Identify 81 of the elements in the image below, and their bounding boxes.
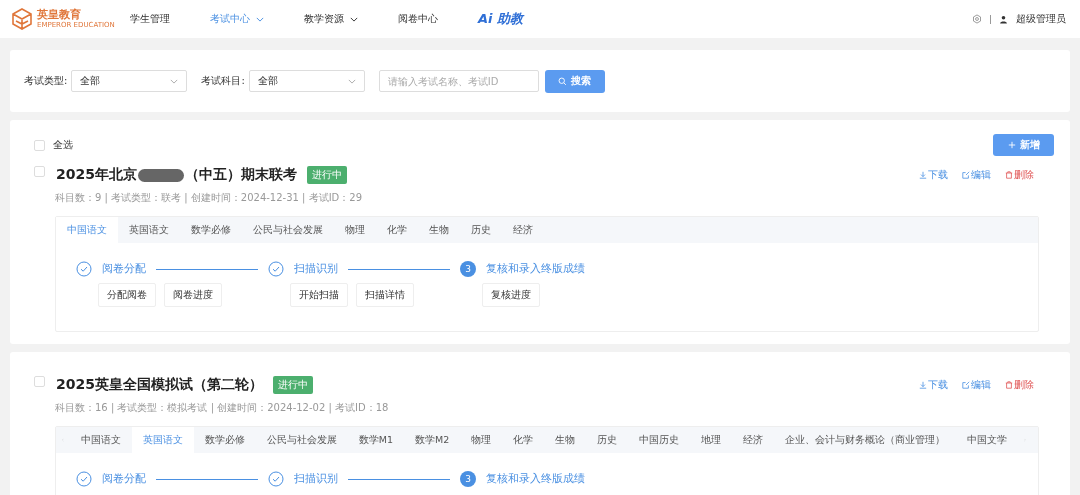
settings-icon[interactable] <box>972 14 982 24</box>
nav-item[interactable]: 学生管理 <box>130 12 170 26</box>
step-label: 扫描识别 <box>294 262 338 276</box>
checkbox[interactable] <box>34 375 45 387</box>
subject-tab[interactable]: 企业、会计与财务概论（商业管理） <box>774 427 957 453</box>
nav-item[interactable]: 教学资源 <box>304 12 358 26</box>
exam-title: 2025英皇全国模拟试（第二轮） <box>56 376 263 394</box>
subject-tab[interactable]: 英国语文 <box>118 217 180 243</box>
subject-tab[interactable]: 中国历史 <box>628 427 691 453</box>
exam-meta: 科目数：16 | 考试类型：模拟考试 | 创建时间：2024-12-02 | 考试ID：18 <box>55 401 390 415</box>
step-button[interactable]: 复核进度 <box>482 283 540 307</box>
edit-link[interactable]: 编辑 <box>962 168 991 182</box>
subject-tab[interactable]: 历史 <box>460 217 502 243</box>
user-icon <box>999 14 1008 24</box>
chevron-down-icon <box>256 16 264 22</box>
logo-icon <box>10 7 34 31</box>
subject-tab[interactable]: 地理 <box>690 427 733 453</box>
exam-meta: 科目数：9 | 考试类型：联考 | 创建时间：2024-12-31 | 考试ID：29 <box>55 191 364 205</box>
step-label: 复核和录入终版成绩 <box>486 262 585 276</box>
filter-label: 考试类型: <box>24 74 68 88</box>
download-link[interactable]: 下载 <box>919 378 948 392</box>
subject-tab[interactable]: 经济 <box>732 427 775 453</box>
subject-tab[interactable]: 经济 <box>502 217 544 243</box>
plus-icon <box>1007 141 1016 149</box>
status-badge: 进行中 <box>306 166 347 184</box>
step-label: 阅卷分配 <box>102 262 146 276</box>
step-label: 阅卷分配 <box>102 472 146 486</box>
subject-tab[interactable]: 化学 <box>502 427 545 453</box>
step-button[interactable]: 扫描详情 <box>356 283 414 307</box>
ai-assistant-link[interactable]: Ai 助教 <box>478 10 524 28</box>
subject-tab[interactable]: 数学必修 <box>193 427 256 453</box>
nav-item[interactable]: 考试中心 <box>210 12 264 26</box>
subject-tab[interactable]: 历史 <box>586 427 629 453</box>
exam-title: （中五）期末联考 <box>184 166 297 184</box>
checkbox[interactable] <box>34 139 45 151</box>
subject-tab[interactable]: 物理 <box>334 217 376 243</box>
subject-tab[interactable]: 数学必修 <box>180 217 242 243</box>
subject-tab[interactable]: 数学M1 <box>347 427 404 453</box>
step-label: 复核和录入终版成绩 <box>486 472 585 486</box>
search-icon <box>558 76 568 86</box>
download-icon <box>919 171 927 179</box>
download-icon <box>919 381 927 389</box>
subject-tab[interactable]: 中国文学 <box>956 427 1019 453</box>
subject-tab[interactable]: 英国语文 <box>131 427 194 453</box>
exam-type-select[interactable]: 全部 <box>71 70 188 92</box>
chevron-down-icon <box>170 78 179 84</box>
edit-icon <box>962 171 970 179</box>
delete-link[interactable]: 删除 <box>1005 378 1034 392</box>
step-button[interactable]: 开始扫描 <box>290 283 348 307</box>
trash-icon <box>1005 171 1013 179</box>
subject-tab[interactable]: 中国语文 <box>56 217 118 243</box>
exam-title: 2025年北京 <box>56 166 137 184</box>
edit-link[interactable]: 编辑 <box>962 378 991 392</box>
select-all-label: 全选 <box>53 138 73 152</box>
step-number: 3 <box>460 261 476 277</box>
subject-tab[interactable]: 生物 <box>418 217 460 243</box>
chevron-down-icon <box>347 78 356 84</box>
download-link[interactable]: 下载 <box>919 168 948 182</box>
subject-tab[interactable]: 生物 <box>544 427 587 453</box>
subject-select[interactable]: 全部 <box>248 70 365 92</box>
search-field[interactable]: 请输入考试名称、考试ID <box>378 70 539 92</box>
step-label: 扫描识别 <box>294 472 338 486</box>
subject-tab[interactable]: 公民与社会发展 <box>255 427 348 453</box>
trash-icon <box>1005 381 1013 389</box>
subject-tab[interactable]: 公民与社会发展 <box>242 217 334 243</box>
subject-tab[interactable]: 数学M2 <box>404 427 461 453</box>
nav-item[interactable]: 阅卷中心 <box>398 12 438 26</box>
step-button[interactable]: 阅卷进度 <box>164 283 222 307</box>
user-name[interactable]: 超级管理员 <box>1016 12 1066 26</box>
checkbox[interactable] <box>34 165 45 177</box>
edit-icon <box>962 381 970 389</box>
step-number: 3 <box>460 471 476 487</box>
step-button[interactable]: 分配阅卷 <box>98 283 156 307</box>
logo-text: 英皇教育 <box>37 9 82 21</box>
chevron-down-icon <box>350 16 358 22</box>
subject-tab[interactable]: 化学 <box>376 217 418 243</box>
filter-label: 考试科目: <box>201 74 245 88</box>
status-badge: 进行中 <box>272 376 313 394</box>
subject-tab[interactable]: 中国语文 <box>69 427 132 453</box>
subject-tab[interactable]: 物理 <box>460 427 503 453</box>
delete-link[interactable]: 删除 <box>1005 168 1034 182</box>
